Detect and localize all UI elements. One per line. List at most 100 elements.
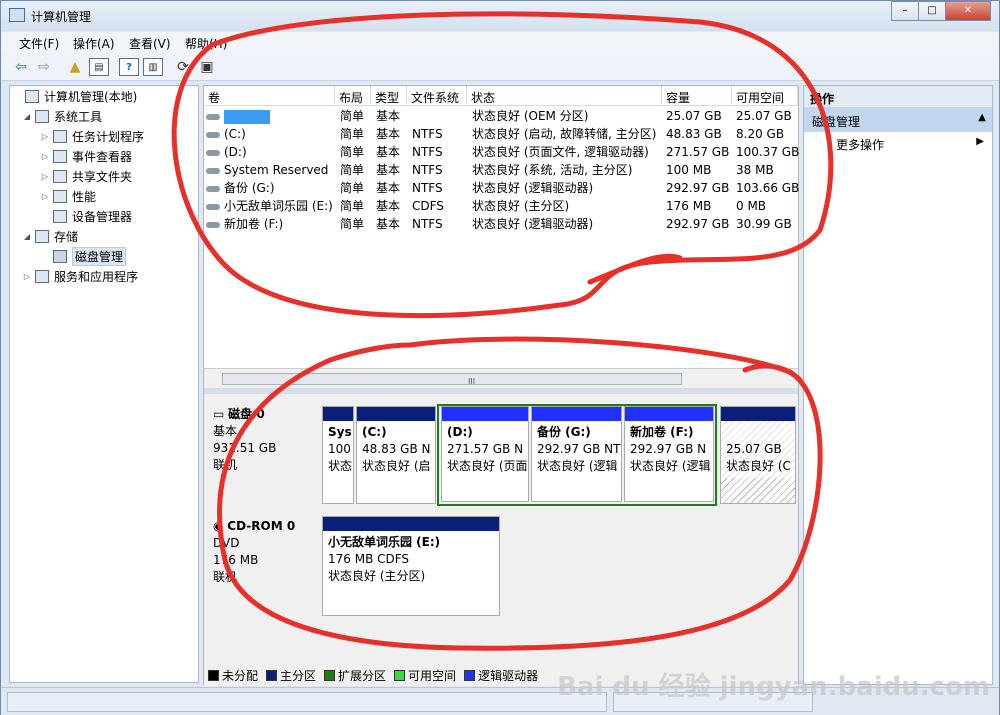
volume-type: 基本 — [376, 109, 401, 123]
actions-section-disk-management[interactable]: 磁盘管理 ▲ — [804, 108, 992, 132]
volume-filesystem: NTFS — [412, 181, 443, 195]
forward-arrow-icon[interactable]: ⇨ — [34, 58, 54, 76]
volume-layout: 简单 — [340, 109, 365, 123]
device-manager-icon — [53, 209, 67, 223]
close-button[interactable]: ✕ — [945, 1, 991, 21]
partition-f[interactable]: 新加卷 (F:) 292.97 GB N 状态良好 (逻辑 — [624, 406, 714, 502]
volume-type: 基本 — [376, 217, 401, 231]
collapse-arrow-icon[interactable]: ▲ — [978, 112, 986, 123]
volume-name-redacted — [224, 109, 270, 124]
services-icon — [35, 269, 49, 283]
partition-oem[interactable]: 25.07 GB 状态良好 (C — [720, 406, 796, 504]
volume-free-space: 30.99 GB — [736, 217, 792, 231]
volume-list: 卷 布局 类型 文件系统 状态 容量 可用空间 简单 基本 状态良好 (OEM … — [204, 86, 800, 368]
volume-capacity: 25.07 GB — [666, 109, 722, 123]
volume-icon — [206, 185, 220, 192]
partition-d[interactable]: (D:) 271.57 GB N 状态良好 (页面 — [441, 406, 529, 502]
column-header-layout[interactable]: 布局 — [335, 86, 371, 106]
submenu-arrow-icon: ▶ — [976, 136, 984, 147]
title-bar[interactable]: 计算机管理 – □ ✕ — [1, 1, 999, 31]
volume-status: 状态良好 (主分区) — [472, 199, 570, 213]
tree-item-device-manager[interactable]: 设备管理器 — [40, 207, 132, 225]
menu-view[interactable]: 查看(V) — [129, 35, 171, 52]
computer-icon — [25, 89, 39, 103]
tree-item-storage[interactable]: ◢ 存储 — [22, 227, 78, 245]
volume-icon — [206, 221, 220, 228]
cd-icon — [206, 203, 220, 210]
disk-legend: 未分配 主分区 扩展分区 可用空间 逻辑驱动器 — [204, 664, 798, 686]
column-header-status[interactable]: 状态 — [467, 86, 662, 106]
volume-capacity: 48.83 GB — [666, 127, 722, 141]
column-header-type[interactable]: 类型 — [371, 86, 407, 106]
menu-help[interactable]: 帮助(H) — [185, 35, 227, 52]
menu-file[interactable]: 文件(F) — [19, 35, 59, 52]
disk-0-info[interactable]: ▭ 磁盘 0 基本 931.51 GB 联机 — [204, 406, 320, 496]
storage-icon — [35, 229, 49, 243]
horizontal-scrollbar[interactable]: III — [204, 368, 798, 388]
volume-free-space: 25.07 GB — [736, 109, 792, 123]
performance-icon — [53, 189, 67, 203]
column-header-free-space[interactable]: 可用空间 — [732, 86, 798, 106]
tree-item-computer-management[interactable]: 计算机管理(本地) — [12, 87, 137, 105]
minimize-button[interactable]: – — [891, 1, 919, 21]
disk-map: ▭ 磁盘 0 基本 931.51 GB 联机 Sys 100 状态 (C:) 48.8… — [204, 394, 798, 664]
volume-icon — [206, 131, 220, 138]
partition-c[interactable]: (C:) 48.83 GB N 状态良好 (启 — [356, 406, 436, 504]
column-header-capacity[interactable]: 容量 — [662, 86, 732, 106]
refresh-icon[interactable]: ⟳ — [173, 58, 193, 76]
volume-capacity: 100 MB — [666, 163, 712, 177]
volume-status: 状态良好 (OEM 分区) — [472, 109, 589, 123]
maximize-button[interactable]: □ — [918, 1, 946, 21]
help-icon[interactable]: ? — [119, 58, 139, 76]
volume-type: 基本 — [376, 181, 401, 195]
tree-item-services-and-applications[interactable]: ▷ 服务和应用程序 — [22, 267, 138, 285]
tree-item-system-tools[interactable]: ◢ 系统工具 — [22, 107, 102, 125]
volume-filesystem: CDFS — [412, 199, 444, 213]
volume-free-space: 100.37 GB — [736, 145, 800, 159]
volume-filesystem: NTFS — [412, 163, 443, 177]
toolbar: ⇦ ⇨ ▲ ▤ ? ▥ ⟳ ▣ — [1, 54, 999, 81]
tree-item-shared-folders[interactable]: ▷ 共享文件夹 — [40, 167, 132, 185]
clock-icon — [53, 129, 67, 143]
volume-filesystem: NTFS — [412, 217, 443, 231]
tree-item-task-scheduler[interactable]: ▷ 任务计划程序 — [40, 127, 144, 145]
cdrom-0-state: 联机 — [213, 570, 238, 584]
disk-0-size: 931.51 GB — [213, 441, 277, 455]
show-hide-tree-icon[interactable]: ▤ — [89, 58, 109, 76]
tree-item-event-viewer[interactable]: ▷ 事件查看器 — [40, 147, 132, 165]
more-actions-item[interactable]: 更多操作 ▶ — [804, 132, 992, 154]
cdrom-0-kind: DVD — [213, 536, 240, 550]
cdrom-0-info[interactable]: ◉ CD-ROM 0 DVD 176 MB 联机 — [204, 518, 320, 608]
legend-logical-drive: 逻辑驱动器 — [464, 667, 538, 684]
tree-item-performance[interactable]: ▷ 性能 — [40, 187, 96, 205]
tree-item-disk-management[interactable]: 磁盘管理 — [40, 246, 127, 266]
volume-free-space: 8.20 GB — [736, 127, 785, 141]
menu-action[interactable]: 操作(A) — [73, 35, 115, 52]
volume-type: 基本 — [376, 199, 401, 213]
shared-folder-icon — [53, 169, 67, 183]
properties-icon[interactable]: ▣ — [197, 58, 217, 76]
disk-0-state: 联机 — [213, 458, 238, 472]
action-pane-icon[interactable]: ▥ — [143, 58, 163, 76]
disk-icon: ▭ — [213, 407, 229, 421]
up-folder-icon[interactable]: ▲ — [65, 58, 85, 76]
partition-system-reserved[interactable]: Sys 100 状态 — [322, 406, 354, 504]
volume-free-space: 103.66 GB — [736, 181, 800, 195]
volume-free-space: 0 MB — [736, 199, 767, 213]
status-segment — [7, 692, 607, 712]
partition-g[interactable]: 备份 (G:) 292.97 GB NT 状态良好 (逻辑 — [531, 406, 622, 502]
partition-e-cdrom[interactable]: 小无敌单词乐园 (E:) 176 MB CDFS 状态良好 (主分区) — [322, 516, 500, 616]
volume-name: 小无敌单词乐园 (E:) — [224, 199, 333, 213]
volume-capacity: 271.57 GB — [666, 145, 730, 159]
volume-capacity: 292.97 GB — [666, 181, 730, 195]
disk-management-pane: 卷 布局 类型 文件系统 状态 容量 可用空间 简单 基本 状态良好 (OEM … — [203, 85, 800, 686]
volume-type: 基本 — [376, 127, 401, 141]
scrollbar-thumb-grip[interactable]: III — [468, 377, 475, 386]
column-header-volume[interactable]: 卷 — [204, 86, 335, 106]
volume-layout: 简单 — [340, 127, 365, 141]
volume-icon — [206, 167, 220, 174]
back-arrow-icon[interactable]: ⇦ — [11, 58, 31, 76]
volume-name: System Reserved — [224, 163, 329, 177]
scrollbar-track[interactable]: III — [222, 373, 682, 386]
column-header-filesystem[interactable]: 文件系统 — [407, 86, 467, 106]
